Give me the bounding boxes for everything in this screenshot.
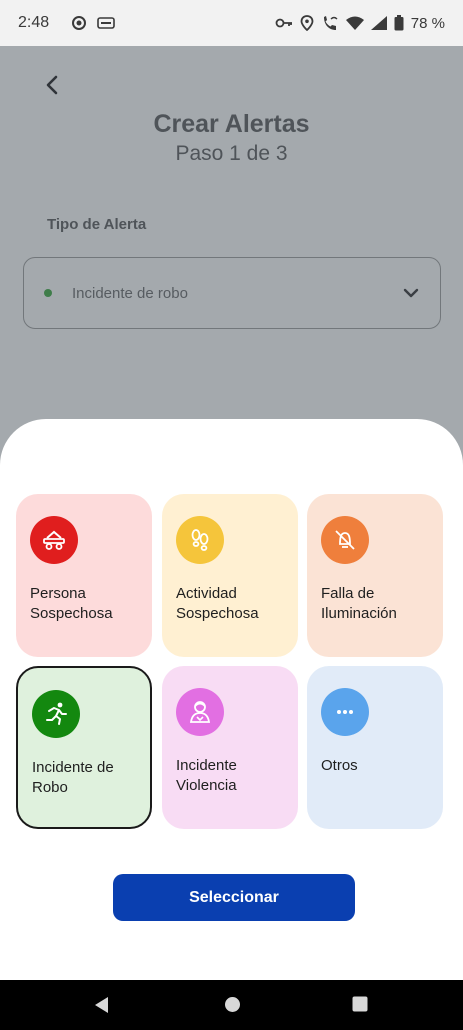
signal-icon [370,16,387,30]
violence-icon [176,688,224,736]
key-icon [275,18,292,28]
location-icon [300,15,314,31]
light-off-icon [321,516,369,564]
option-label: Falla de Iluminación [321,585,397,622]
nav-home-icon[interactable] [224,996,241,1013]
settings-icon [72,16,87,30]
suspicious-person-icon [30,516,78,564]
alert-type-label: Tipo de Alerta [47,216,147,233]
select-button[interactable]: Seleccionar [113,874,355,921]
battery-percent: 78 % [410,14,445,32]
nav-back-icon[interactable] [93,996,111,1014]
alert-type-select[interactable]: Incidente de robo [23,257,441,329]
keyboard-icon [97,17,115,29]
battery-icon [394,15,404,31]
option-label: Incidente de Robo [32,759,114,796]
status-bar: 2:48 78 % [0,0,463,46]
option-violence-incident[interactable]: Incidente Violencia [162,666,298,829]
option-label: Actividad Sospechosa [176,585,259,622]
nav-recents-icon[interactable] [352,996,368,1012]
option-robbery-incident[interactable]: Incidente de Robo [16,666,152,829]
chevron-down-icon [403,288,419,298]
back-arrow-icon[interactable] [42,74,64,96]
alert-type-value: Incidente de robo [72,284,188,302]
status-dot [44,289,52,297]
more-dots-icon [321,688,369,736]
wifi-icon [345,16,364,30]
option-suspicious-person[interactable]: Persona Sospechosa [16,494,152,657]
navigation-bar [0,980,463,1030]
option-lighting-failure[interactable]: Falla de Iluminación [307,494,443,657]
wifi-call-icon [323,16,338,30]
option-label: Incidente Violencia [176,757,237,794]
status-time: 2:48 [18,14,50,31]
option-others[interactable]: Otros [307,666,443,829]
footprints-icon [176,516,224,564]
step-indicator: Paso 1 de 3 [175,142,288,165]
option-label: Persona Sospechosa [30,585,113,622]
page-title: Crear Alertas [153,110,310,138]
option-suspicious-activity[interactable]: Actividad Sospechosa [162,494,298,657]
running-person-icon [32,690,80,738]
option-label: Otros [321,757,358,774]
